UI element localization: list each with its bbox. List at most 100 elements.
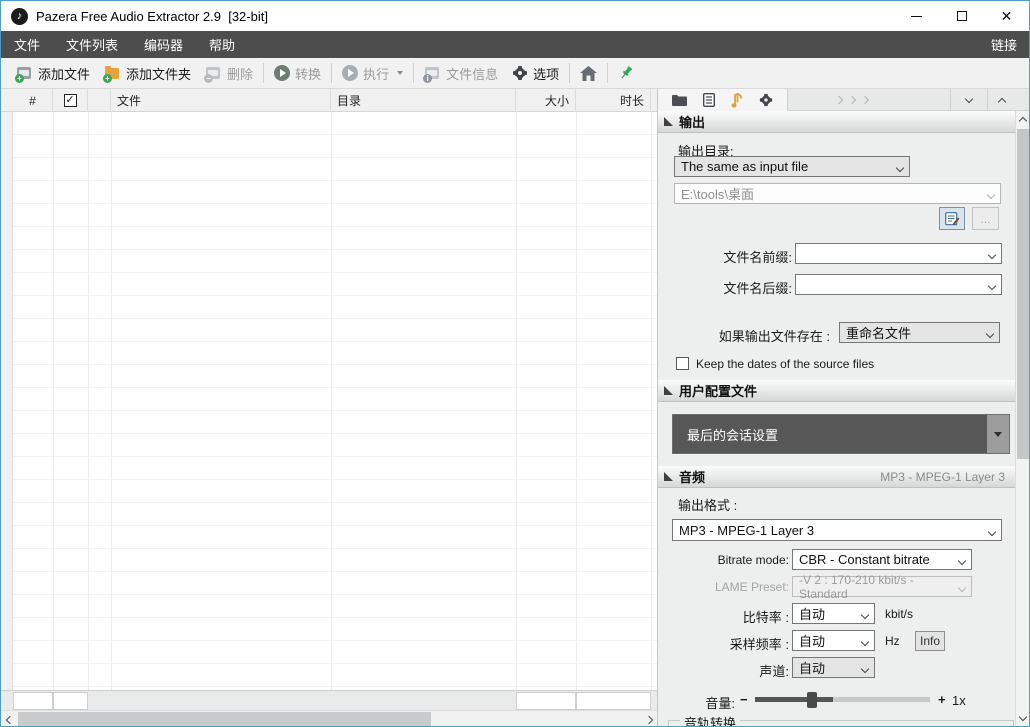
output-dir-mode-select[interactable]: The same as input file <box>674 156 910 177</box>
collapse-triangle-icon <box>664 472 673 481</box>
track-group-label: 音轨转换 <box>680 713 740 727</box>
column-header-file[interactable]: 文件 <box>111 89 331 112</box>
keep-dates-checkbox[interactable] <box>676 357 689 370</box>
chevron-down-icon <box>862 660 868 675</box>
vertical-scrollbar-thumb[interactable] <box>1017 129 1029 459</box>
file-list-table: # ✓ 文件 目录 大小 时长 <box>1 89 657 710</box>
bitrate-mode-select[interactable]: CBR - Constant bitrate <box>792 549 972 570</box>
convert-button[interactable]: 转换 <box>267 61 328 85</box>
panel-collapse-button[interactable] <box>950 89 986 111</box>
suffix-combo[interactable] <box>795 274 1002 295</box>
file-info-icon: i <box>424 66 441 81</box>
prefix-combo[interactable] <box>795 243 1002 264</box>
remove-button[interactable]: − 删除 <box>198 61 260 85</box>
run-dropdown-icon[interactable] <box>397 71 403 75</box>
tab-settings-icon[interactable] <box>759 93 773 107</box>
if-exists-select[interactable]: 重命名文件 <box>839 322 1000 343</box>
add-folder-label: 添加文件夹 <box>126 64 191 83</box>
home-button[interactable] <box>573 61 604 85</box>
vertical-scrollbar[interactable] <box>1015 111 1029 727</box>
output-dir-path-combo[interactable]: E:\tools\桌面 <box>674 183 1001 204</box>
browse-button[interactable]: ... <box>972 207 999 230</box>
sample-rate-label: 采样频率 : <box>678 634 789 653</box>
info-button[interactable]: Info <box>915 631 945 651</box>
volume-minus-button[interactable]: − <box>740 692 748 707</box>
column-header-check[interactable]: ✓ <box>53 89 88 112</box>
horizontal-scrollbar[interactable] <box>1 710 657 727</box>
section-header-audio[interactable]: 音频 MP3 - MPEG-1 Layer 3 <box>658 466 1015 488</box>
tab-audio-icon[interactable] <box>731 93 743 108</box>
toolbar: + 添加文件 + 添加文件夹 − 删除 转换 执行 i 文件信息 选项 <box>1 58 1029 89</box>
section-header-profiles[interactable]: 用户配置文件 <box>658 380 1015 402</box>
lame-preset-select[interactable]: -V 2 : 170-210 kbit/s - Standard <box>792 576 972 597</box>
chevron-down-icon <box>959 552 965 567</box>
select-all-checkbox[interactable]: ✓ <box>64 94 77 107</box>
tab-document-icon[interactable] <box>703 93 715 107</box>
suffix-label: 文件名后缀: <box>688 278 792 297</box>
toolbar-separator <box>607 63 608 83</box>
app-window: ♪ Pazera Free Audio Extractor 2.9 [32-bi… <box>0 0 1030 727</box>
sample-rate-unit: Hz <box>885 634 900 648</box>
bitrate-label: 比特率 : <box>678 607 789 626</box>
options-button[interactable]: 选项 <box>505 61 566 85</box>
add-files-label: 添加文件 <box>38 64 90 83</box>
menu-encoder[interactable]: 编码器 <box>131 31 196 58</box>
sample-rate-select[interactable]: 自动 <box>792 630 875 651</box>
column-header-size[interactable]: 大小 <box>516 89 576 112</box>
toolbar-separator <box>331 63 332 83</box>
horizontal-scrollbar-thumb[interactable] <box>18 712 431 727</box>
channels-select[interactable]: 自动 <box>792 657 875 678</box>
audio-format-badge: MP3 - MPEG-1 Layer 3 <box>880 470 1005 484</box>
scroll-left-icon[interactable] <box>1 711 18 727</box>
summary-cell-index <box>13 692 53 710</box>
panel-expand-button[interactable] <box>987 89 1015 111</box>
column-line <box>88 112 89 690</box>
minimize-button[interactable] <box>894 1 939 31</box>
add-files-button[interactable]: + 添加文件 <box>9 61 97 85</box>
maximize-button[interactable] <box>939 1 984 31</box>
pin-button[interactable] <box>611 61 641 85</box>
edit-path-button[interactable] <box>939 207 965 230</box>
menu-file[interactable]: 文件 <box>1 31 53 58</box>
tab-folder-icon[interactable] <box>672 94 687 106</box>
profile-dropdown-button[interactable] <box>987 415 1009 453</box>
table-header-row: # ✓ 文件 目录 大小 时长 <box>1 89 657 112</box>
home-icon <box>580 66 597 81</box>
section-header-output[interactable]: 输出 <box>658 111 1015 133</box>
volume-plus-button[interactable]: + <box>938 692 946 707</box>
panel-tabs <box>658 89 788 111</box>
column-header-dir[interactable]: 目录 <box>331 89 516 112</box>
edit-note-icon <box>945 212 960 226</box>
chevron-down-icon <box>897 159 903 174</box>
file-info-button[interactable]: i 文件信息 <box>417 61 505 85</box>
scroll-right-icon[interactable] <box>640 711 657 727</box>
scroll-down-icon[interactable] <box>1016 710 1029 727</box>
summary-cell-check <box>53 692 88 710</box>
table-gutter <box>1 89 13 710</box>
menu-file-list[interactable]: 文件列表 <box>53 31 131 58</box>
add-folder-icon: + <box>104 66 121 81</box>
volume-slider-thumb[interactable] <box>807 692 817 708</box>
add-folder-button[interactable]: + 添加文件夹 <box>97 61 198 85</box>
run-button[interactable]: 执行 <box>335 61 410 85</box>
close-button[interactable]: ✕ <box>984 1 1029 31</box>
format-label: 输出格式 : <box>678 495 737 514</box>
overflow-chevrons-icon[interactable] <box>836 89 868 111</box>
bitrate-mode-label: Bitrate mode: <box>678 553 789 567</box>
app-logo-icon: ♪ <box>11 8 28 25</box>
format-select[interactable]: MP3 - MPEG-1 Layer 3 <box>672 519 1002 541</box>
table-body[interactable] <box>13 112 657 690</box>
column-header-blank[interactable] <box>88 89 111 112</box>
column-header-index[interactable]: # <box>13 89 53 112</box>
column-header-duration[interactable]: 时长 <box>576 89 651 112</box>
scroll-up-icon[interactable] <box>1016 111 1029 128</box>
profile-select[interactable]: 最后的会话设置 <box>672 414 1010 454</box>
bitrate-select[interactable]: 自动 <box>792 603 875 624</box>
prefix-label: 文件名前缀: <box>688 247 792 266</box>
title-bar: ♪ Pazera Free Audio Extractor 2.9 [32-bi… <box>1 1 1029 31</box>
bitrate-unit: kbit/s <box>885 607 913 621</box>
menu-help[interactable]: 帮助 <box>196 31 248 58</box>
window-title: Pazera Free Audio Extractor 2.9 [32-bit] <box>36 9 268 24</box>
menu-links[interactable]: 链接 <box>979 31 1029 58</box>
toolbar-separator <box>413 63 414 83</box>
